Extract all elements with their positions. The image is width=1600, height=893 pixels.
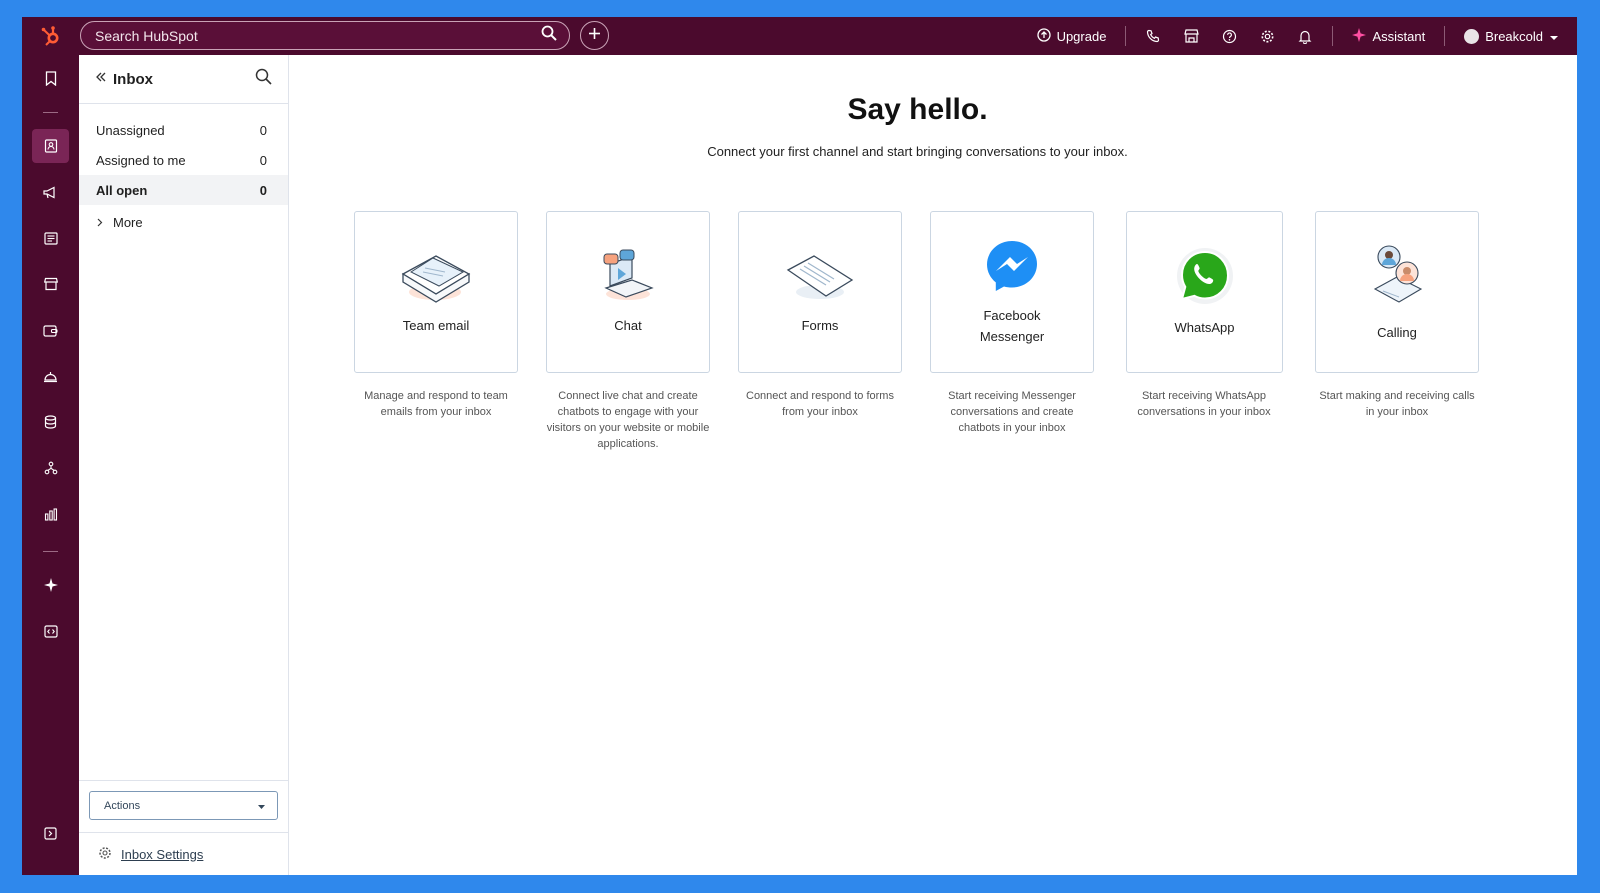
channel-card-team-email[interactable]: Team email bbox=[354, 211, 518, 373]
upgrade-button[interactable]: Upgrade bbox=[1026, 27, 1118, 45]
caret-down-icon bbox=[258, 800, 265, 812]
global-search-bar[interactable] bbox=[80, 21, 570, 50]
divider bbox=[1332, 26, 1334, 46]
actions-dropdown[interactable]: Actions bbox=[89, 791, 278, 820]
view-count: 0 bbox=[259, 182, 267, 198]
view-label: All open bbox=[96, 182, 148, 198]
search-icon[interactable] bbox=[541, 25, 557, 46]
channel-description: Manage and respond to team emails from y… bbox=[364, 390, 508, 418]
avatar bbox=[1464, 28, 1480, 44]
commerce-store-icon[interactable] bbox=[32, 267, 69, 301]
app-window: Upgrade Assistant bbox=[22, 17, 1577, 875]
messenger-logo-icon bbox=[984, 238, 1040, 299]
marketplace-icon[interactable] bbox=[1172, 17, 1210, 55]
upgrade-label: Upgrade bbox=[1056, 28, 1107, 44]
collapse-double-chevron-icon[interactable] bbox=[95, 70, 107, 88]
workflows-icon[interactable] bbox=[32, 451, 69, 485]
assistant-button[interactable]: Assistant bbox=[1341, 27, 1436, 45]
view-all-open[interactable]: All open 0 bbox=[79, 175, 288, 205]
developer-code-icon[interactable] bbox=[32, 614, 69, 648]
assistant-label: Assistant bbox=[1372, 28, 1426, 44]
channel-label: Forms bbox=[801, 318, 839, 333]
channel-description: Connect and respond to forms from your i… bbox=[746, 390, 894, 418]
help-icon[interactable] bbox=[1210, 17, 1248, 55]
content-icon[interactable] bbox=[32, 221, 69, 255]
page-title: Say hello. bbox=[847, 93, 988, 126]
settings-gear-icon[interactable] bbox=[1248, 17, 1286, 55]
database-icon[interactable] bbox=[32, 405, 69, 439]
channel-description: Start receiving WhatsApp conversations i… bbox=[1137, 390, 1271, 418]
expand-sidebar-icon[interactable] bbox=[32, 816, 69, 850]
page-subtitle: Connect your first channel and start bri… bbox=[707, 144, 1128, 159]
channel-label: Chat bbox=[614, 318, 642, 333]
actions-wrapper: Actions bbox=[79, 780, 288, 832]
view-label: Assigned to me bbox=[96, 152, 186, 168]
top-right-controls: Upgrade Assistant Breakcold bbox=[1026, 17, 1577, 55]
left-navigation-rail bbox=[22, 55, 79, 875]
view-label: Unassigned bbox=[96, 122, 165, 138]
inbox-search-icon[interactable] bbox=[255, 68, 272, 90]
more-label: More bbox=[113, 214, 143, 230]
chat-laptop-illustration-icon bbox=[598, 248, 658, 309]
contacts-icon[interactable] bbox=[32, 129, 69, 163]
channel-card-calling[interactable]: Calling bbox=[1315, 211, 1479, 373]
rail-divider bbox=[43, 112, 58, 113]
notifications-bell-icon[interactable] bbox=[1286, 17, 1324, 55]
upgrade-arrow-icon bbox=[1036, 27, 1051, 45]
view-unassigned[interactable]: Unassigned 0 bbox=[79, 115, 288, 145]
channel-label: Facebook Messenger bbox=[979, 307, 1045, 344]
channel-card-whatsapp[interactable]: WhatsApp bbox=[1126, 211, 1283, 373]
forms-document-illustration-icon bbox=[784, 248, 856, 309]
account-name: Breakcold bbox=[1485, 28, 1543, 44]
channel-description: Start receiving Messenger conversations … bbox=[948, 390, 1076, 434]
channel-label: Calling bbox=[1377, 325, 1417, 340]
view-count: 0 bbox=[259, 152, 267, 168]
envelope-illustration-icon bbox=[399, 248, 473, 309]
sparkle-icon bbox=[1352, 27, 1367, 45]
wallet-icon[interactable] bbox=[32, 313, 69, 347]
calling-illustration-icon bbox=[1369, 241, 1425, 316]
phone-icon[interactable] bbox=[1134, 17, 1172, 55]
whatsapp-logo-icon bbox=[1175, 246, 1235, 311]
create-new-button[interactable] bbox=[580, 21, 609, 50]
sidebar-footer: Actions Inbox Settings bbox=[79, 780, 288, 875]
reports-chart-icon[interactable] bbox=[32, 497, 69, 531]
rail-divider bbox=[43, 551, 58, 552]
service-bell-icon[interactable] bbox=[32, 359, 69, 393]
hubspot-logo-icon[interactable] bbox=[22, 17, 80, 55]
breeze-sparkle-icon[interactable] bbox=[32, 568, 69, 602]
inbox-title: Inbox bbox=[113, 70, 153, 88]
channel-label: Team email bbox=[402, 318, 470, 333]
marketing-megaphone-icon[interactable] bbox=[32, 175, 69, 209]
top-navigation-bar: Upgrade Assistant bbox=[22, 17, 1577, 55]
inbox-view-list: Unassigned 0 Assigned to me 0 All open 0… bbox=[79, 104, 288, 239]
bookmarks-icon[interactable] bbox=[32, 61, 69, 95]
chevron-right-icon bbox=[97, 215, 103, 230]
channel-card-facebook-messenger[interactable]: Facebook Messenger bbox=[930, 211, 1094, 373]
global-search-input[interactable] bbox=[95, 27, 541, 44]
account-menu[interactable]: Breakcold bbox=[1453, 28, 1577, 44]
channel-label: WhatsApp bbox=[1174, 320, 1235, 335]
divider bbox=[1444, 26, 1446, 46]
actions-label: Actions bbox=[104, 799, 141, 812]
caret-down-icon bbox=[1549, 29, 1559, 44]
channel-description: Start making and receiving calls in your… bbox=[1319, 390, 1475, 418]
divider bbox=[1125, 26, 1127, 46]
view-count: 0 bbox=[259, 122, 267, 138]
channel-card-chat[interactable]: Chat bbox=[546, 211, 710, 373]
main-content: Say hello. Connect your first channel an… bbox=[289, 55, 1577, 875]
channel-card-forms[interactable]: Forms bbox=[738, 211, 902, 373]
plus-icon bbox=[588, 27, 601, 45]
inbox-sidebar-header: Inbox bbox=[79, 55, 288, 104]
gear-icon bbox=[98, 846, 112, 863]
view-assigned-to-me[interactable]: Assigned to me 0 bbox=[79, 145, 288, 175]
inbox-sidebar: Inbox Unassigned 0 Assigned to me 0 All … bbox=[79, 55, 289, 875]
channel-description: Connect live chat and create chatbots to… bbox=[546, 390, 710, 450]
inbox-settings-row: Inbox Settings bbox=[79, 832, 288, 875]
more-views-toggle[interactable]: More bbox=[79, 205, 288, 239]
inbox-settings-link[interactable]: Inbox Settings bbox=[121, 847, 203, 862]
